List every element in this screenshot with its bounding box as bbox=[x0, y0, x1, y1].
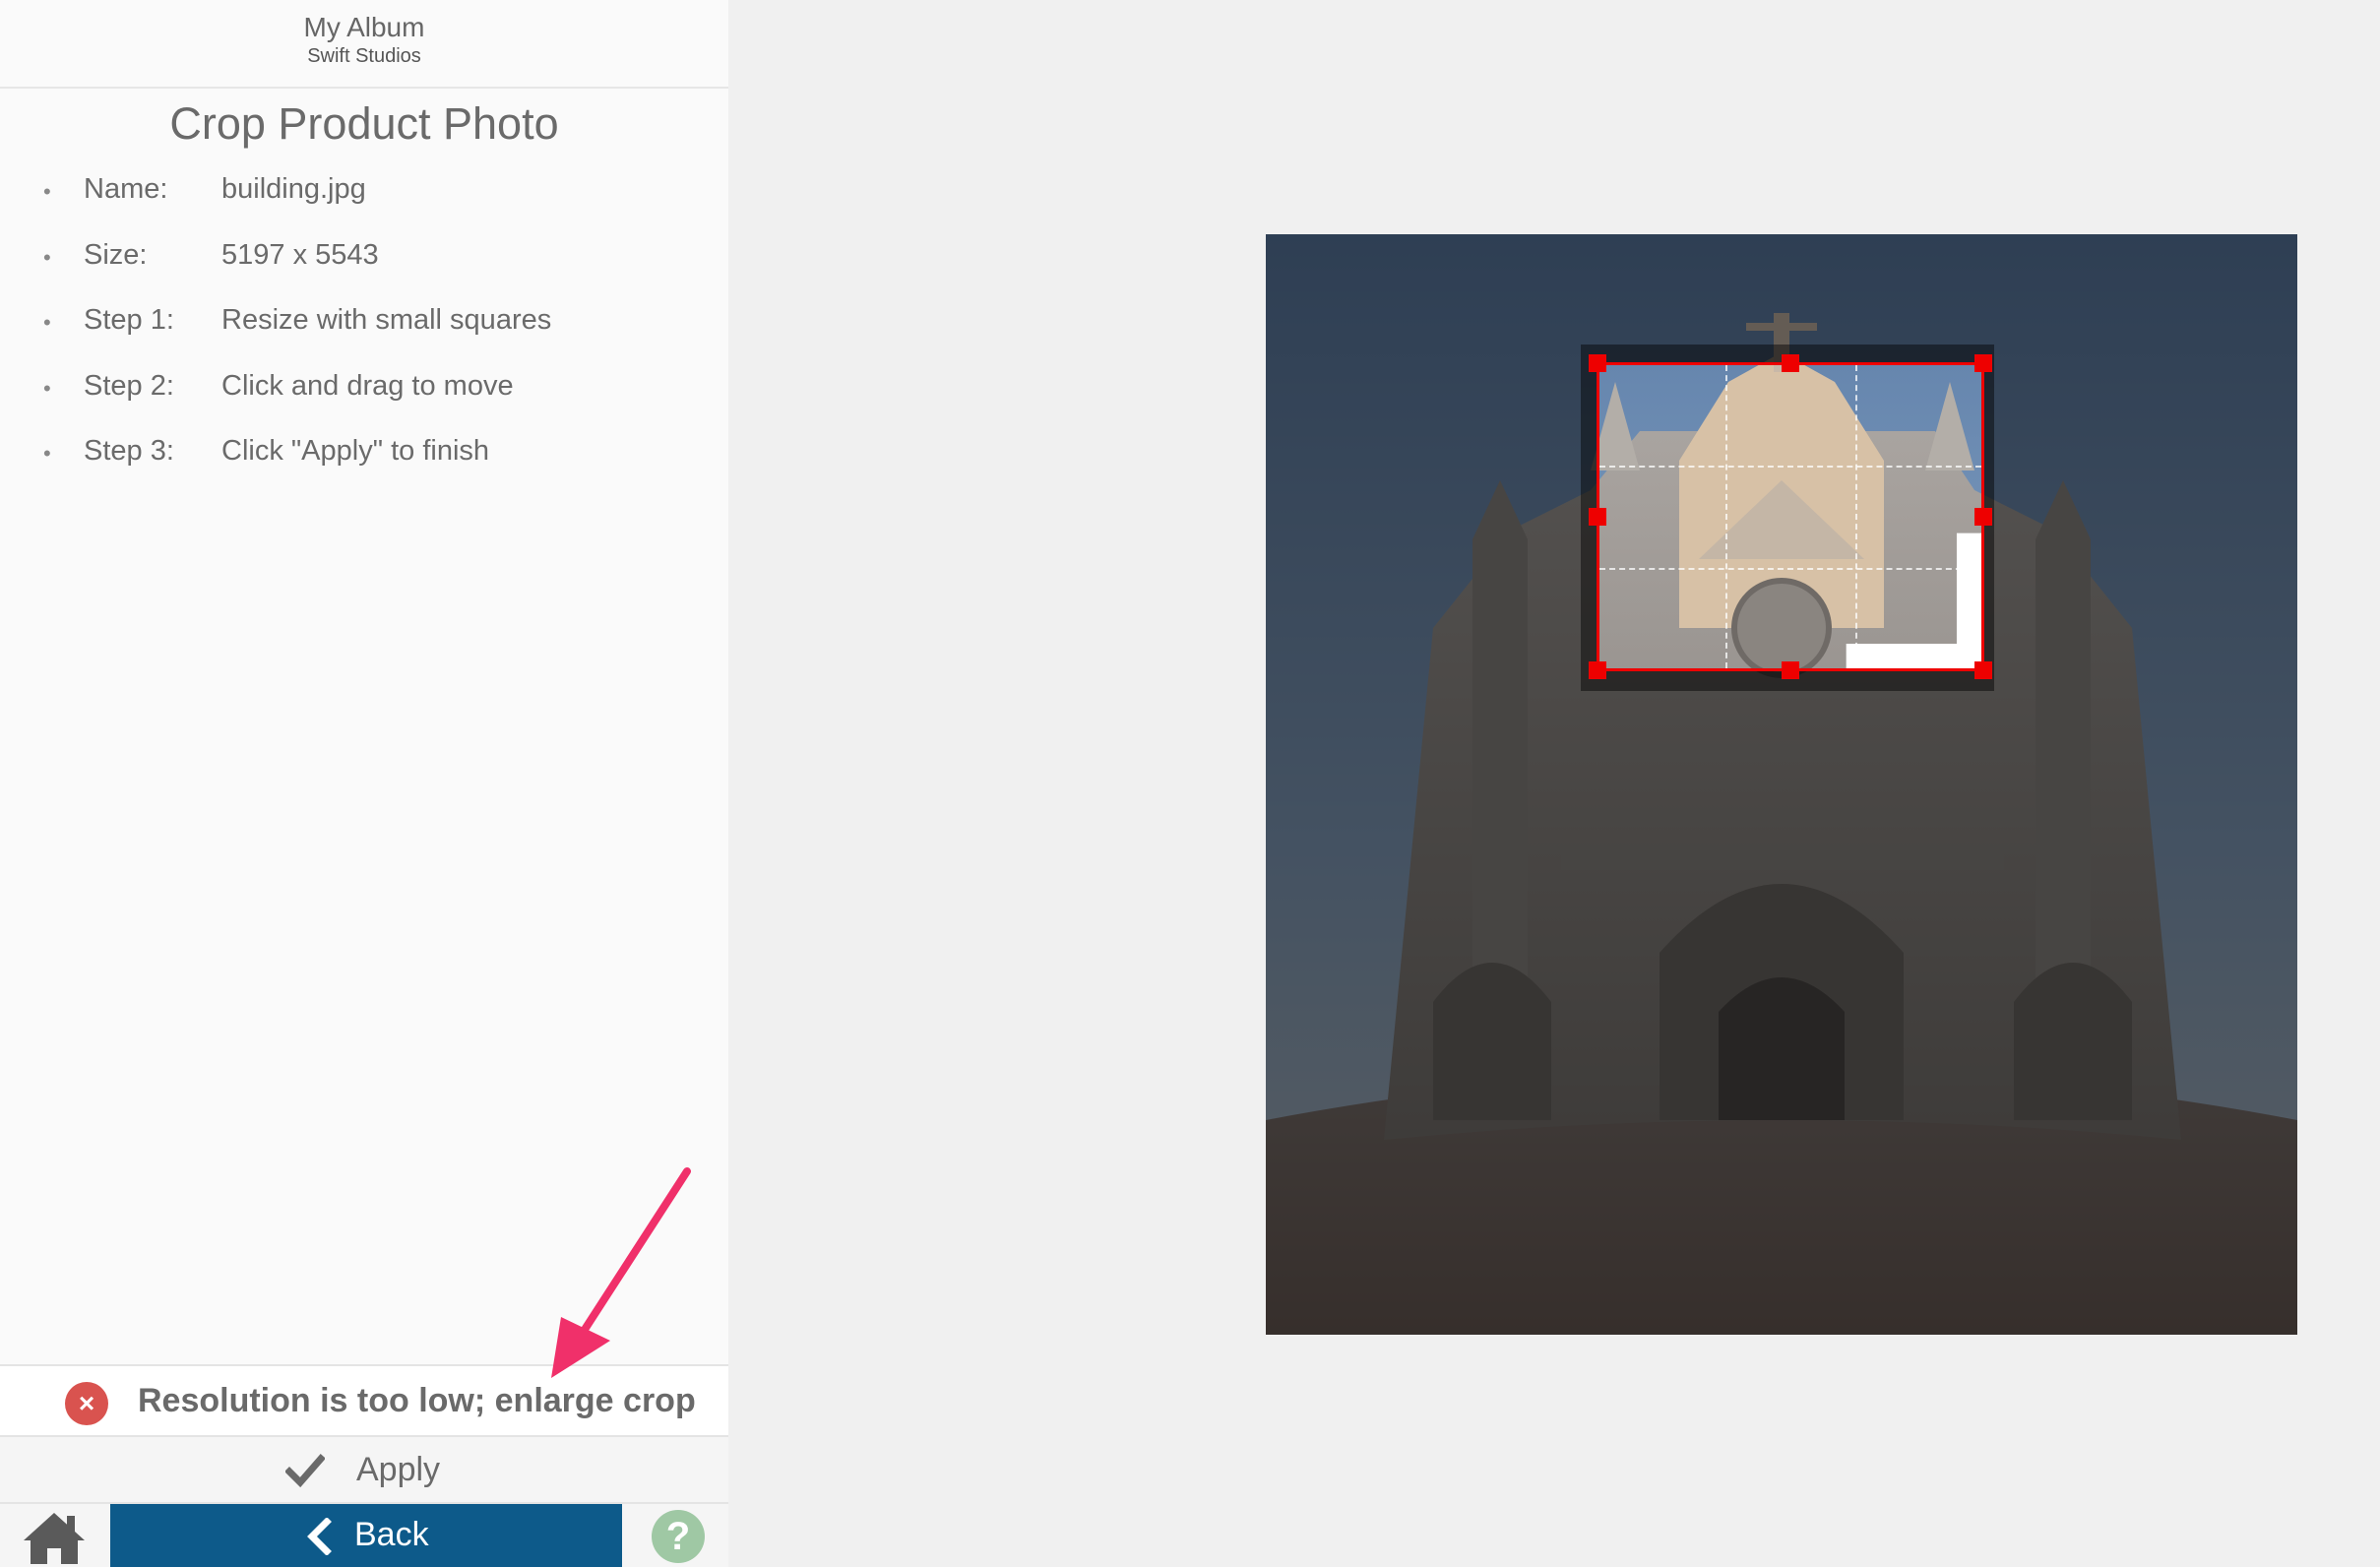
crop-grid-line bbox=[1725, 365, 1727, 668]
info-key: Size: bbox=[84, 238, 148, 271]
bullet: • bbox=[43, 244, 51, 270]
info-row-step-2: • Step 2: Click and drag to move bbox=[0, 368, 728, 434]
panel-title: Crop Product Photo bbox=[169, 98, 559, 149]
home-button[interactable] bbox=[0, 1504, 110, 1567]
bullet: • bbox=[43, 441, 51, 466]
info-value: Click "Apply" to finish bbox=[221, 435, 490, 467]
back-label: Back bbox=[354, 1516, 429, 1553]
info-value: building.jpg bbox=[221, 173, 366, 205]
photo-canvas bbox=[1266, 234, 2297, 1335]
info-row-step-3: • Step 3: Click "Apply" to finish bbox=[0, 433, 728, 499]
bullet: • bbox=[43, 310, 51, 335]
crop-handle-top[interactable] bbox=[1782, 354, 1799, 372]
crop-handle-bottom-right[interactable] bbox=[1974, 661, 1992, 679]
crosshair-icon bbox=[1846, 533, 1981, 668]
question-circle-icon[interactable]: ? bbox=[652, 1510, 705, 1563]
crop-handle-left[interactable] bbox=[1589, 508, 1606, 526]
album-title: My Album bbox=[303, 12, 425, 42]
photo-info-list: • Name: building.jpg • Size: 5197 x 5543… bbox=[0, 171, 728, 499]
bullet: • bbox=[43, 375, 51, 401]
info-row-step-1: • Step 1: Resize with small squares bbox=[0, 302, 728, 368]
back-button[interactable]: Back bbox=[110, 1504, 622, 1567]
crop-handle-top-right[interactable] bbox=[1974, 354, 1992, 372]
crop-grid-line bbox=[1599, 466, 1981, 468]
crop-handle-right[interactable] bbox=[1974, 508, 1992, 526]
home-icon bbox=[24, 1513, 85, 1564]
checkmark-icon bbox=[285, 1454, 325, 1488]
crop-photo-app: My Album Swift Studios Crop Product Phot… bbox=[0, 0, 2380, 1567]
album-subtitle: Swift Studios bbox=[307, 45, 421, 67]
error-message: Resolution is too low; enlarge crop bbox=[138, 1382, 696, 1419]
bullet: • bbox=[43, 179, 51, 204]
crop-handle-top-left[interactable] bbox=[1589, 354, 1606, 372]
crop-selection-box[interactable] bbox=[1597, 362, 1984, 671]
chevron-left-icon bbox=[307, 1518, 332, 1555]
annotation-arrow-icon bbox=[551, 1167, 691, 1378]
info-row-size: • Size: 5197 x 5543 bbox=[0, 237, 728, 303]
crop-handle-bottom[interactable] bbox=[1782, 661, 1799, 679]
resolution-error-bar: × Resolution is too low; enlarge crop bbox=[0, 1364, 728, 1437]
info-value: Click and drag to move bbox=[221, 369, 514, 402]
apply-label: Apply bbox=[356, 1451, 441, 1488]
info-value: Resize with small squares bbox=[221, 304, 552, 336]
crop-handle-bottom-left[interactable] bbox=[1589, 661, 1606, 679]
info-key: Step 3: bbox=[84, 435, 174, 467]
apply-button[interactable]: Apply bbox=[0, 1437, 728, 1504]
info-row-name: • Name: building.jpg bbox=[0, 171, 728, 237]
album-header: My Album Swift Studios bbox=[0, 0, 728, 89]
sidebar: My Album Swift Studios Crop Product Phot… bbox=[0, 0, 728, 1567]
info-key: Step 1: bbox=[84, 304, 174, 336]
info-key: Name: bbox=[84, 173, 168, 205]
error-circle-x-icon: × bbox=[65, 1382, 108, 1425]
info-key: Step 2: bbox=[84, 369, 174, 402]
bottom-nav-bar: Back ? bbox=[0, 1504, 728, 1567]
info-value: 5197 x 5543 bbox=[221, 238, 379, 271]
